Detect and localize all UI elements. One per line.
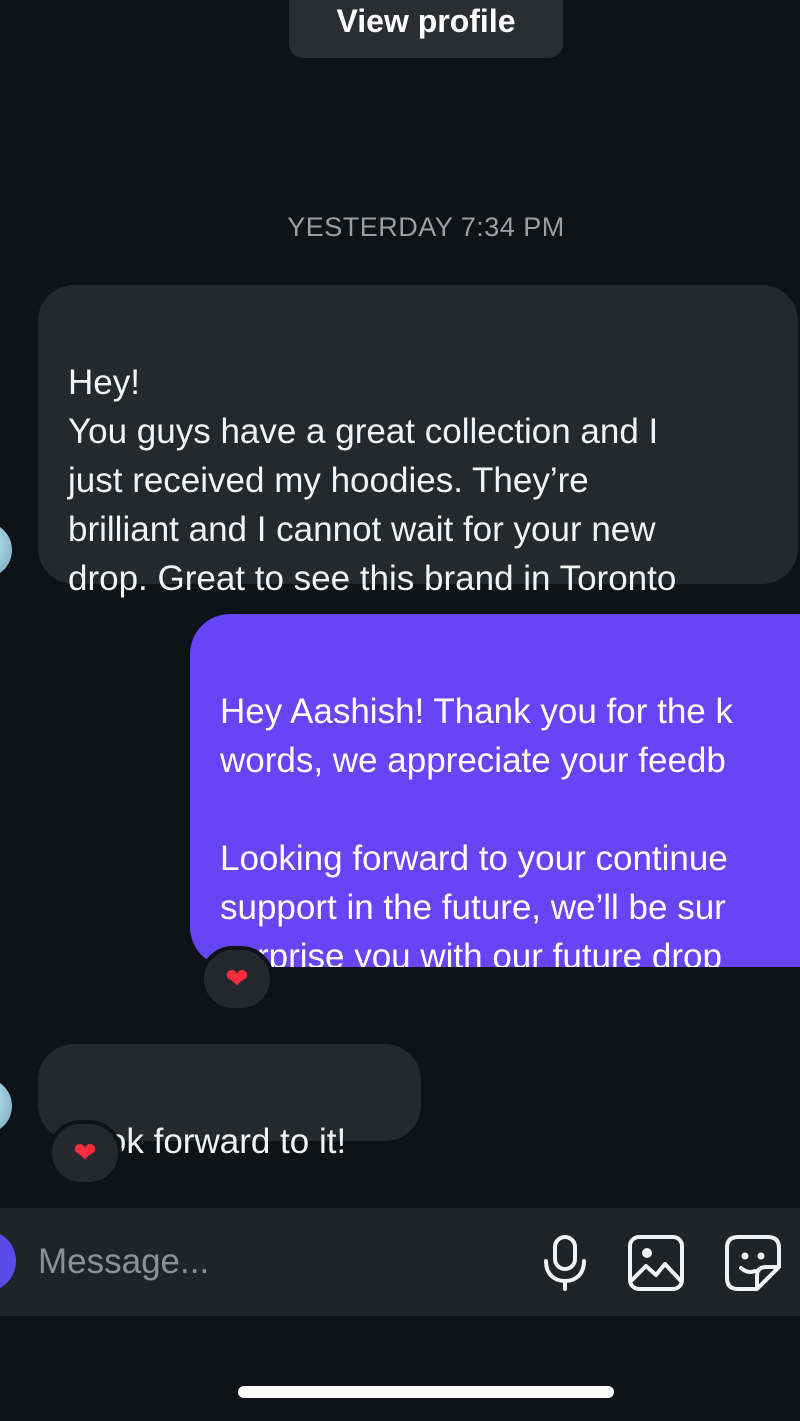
microphone-icon	[544, 1235, 586, 1291]
view-profile-button[interactable]: View profile	[289, 0, 563, 58]
avatar[interactable]	[0, 522, 12, 578]
message-text: Hey Aashish! Thank you for the k words, …	[220, 692, 733, 967]
sticker-button[interactable]	[724, 1234, 782, 1292]
chat-screen: View profile YESTERDAY 7:34 PM Hey! You …	[0, 0, 800, 1421]
message-timestamp: YESTERDAY 7:34 PM	[287, 212, 565, 242]
outgoing-message-bubble[interactable]: Hey Aashish! Thank you for the k words, …	[190, 614, 800, 967]
incoming-message-bubble[interactable]: Hey! You guys have a great collection an…	[38, 285, 798, 598]
avatar[interactable]	[0, 1078, 12, 1134]
gallery-icon	[628, 1235, 684, 1291]
message-input[interactable]	[38, 1234, 508, 1290]
message-text: Hey! You guys have a great collection an…	[68, 363, 677, 598]
gallery-button[interactable]	[627, 1234, 685, 1292]
sticker-icon	[725, 1235, 781, 1291]
home-indicator[interactable]	[238, 1386, 614, 1398]
heart-icon: ❤	[73, 1137, 97, 1168]
camera-button[interactable]	[0, 1230, 16, 1292]
view-profile-label: View profile	[336, 3, 516, 39]
microphone-button[interactable]	[536, 1234, 594, 1292]
heart-reaction[interactable]: ❤	[48, 1120, 122, 1186]
heart-icon: ❤	[225, 963, 249, 994]
heart-reaction[interactable]: ❤	[200, 946, 274, 1012]
message-composer	[0, 1208, 800, 1316]
